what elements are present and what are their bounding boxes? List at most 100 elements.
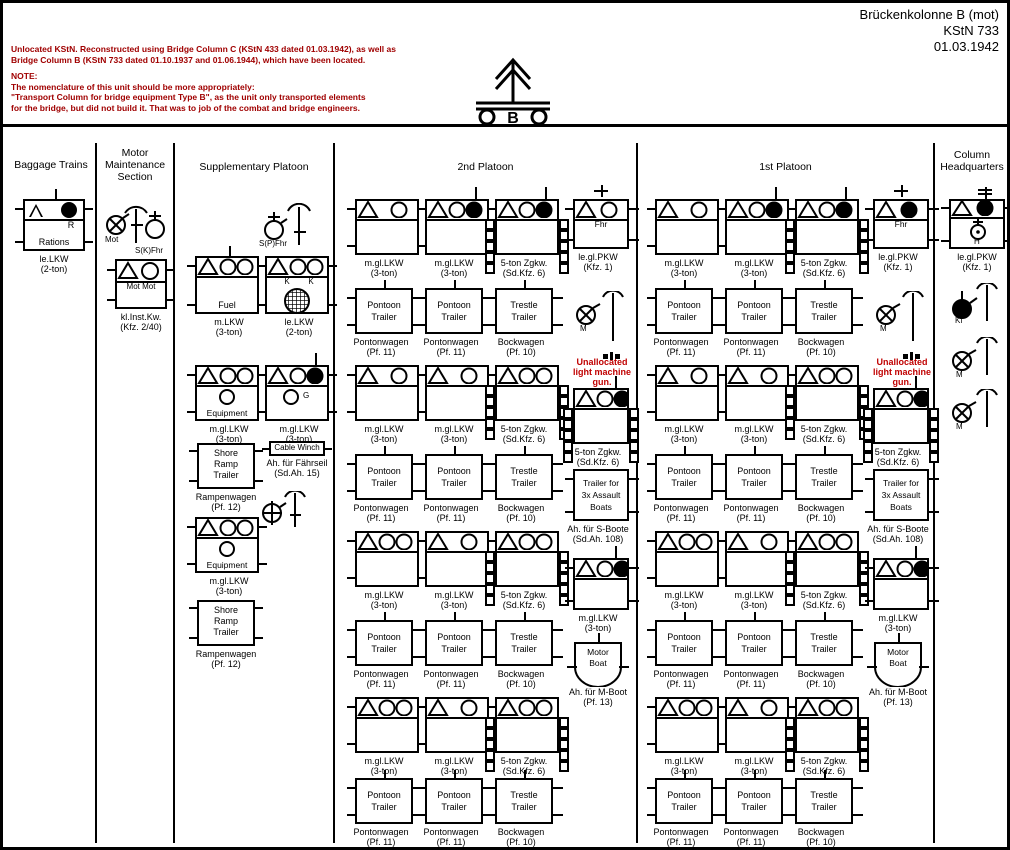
note-heading: NOTE: bbox=[11, 71, 38, 82]
track-link bbox=[863, 408, 873, 419]
note-line-3: The nomenclature of this unit should be … bbox=[11, 81, 255, 92]
trailer-body bbox=[355, 778, 413, 824]
axle-left-rear bbox=[189, 637, 199, 639]
trailer-line-2: Trailer bbox=[441, 802, 467, 812]
vehicle-head-icons bbox=[727, 699, 778, 716]
axle-rear-left bbox=[717, 577, 727, 579]
cross-horizontal bbox=[594, 190, 608, 192]
axle-rear-right bbox=[929, 239, 939, 241]
shore-ramp-l1: Shore bbox=[213, 448, 239, 458]
axle-front-left bbox=[565, 567, 575, 569]
body-divider bbox=[655, 385, 719, 387]
axle-rear-left bbox=[347, 656, 357, 658]
truck-triangle-circles-icon bbox=[267, 367, 324, 384]
trailer-caption-type: Ah. für Fährseil bbox=[266, 458, 328, 468]
motor-head-l2: Maintenance bbox=[104, 159, 166, 171]
hq-head-l2: Headquarters bbox=[940, 161, 1004, 173]
vehicle-caption-sub: (Sd.Kfz. 6) bbox=[576, 457, 620, 467]
track-link bbox=[559, 717, 569, 728]
vehicle-caption-type: m.gl.LKW bbox=[209, 576, 249, 586]
trailer-line-1: Trestle bbox=[810, 300, 838, 310]
vehicle-caption-type: 5-ton Zgkw. bbox=[574, 447, 622, 457]
trailer-caption-pf: (Pf. 12) bbox=[211, 502, 241, 512]
track-link bbox=[563, 430, 573, 441]
axle-right-rear bbox=[253, 637, 263, 639]
column-heading-hq: Column Headquarters bbox=[935, 149, 1007, 173]
axle-rear-left bbox=[417, 245, 427, 247]
trailer-line-2: Trailer bbox=[371, 644, 397, 654]
track-link bbox=[785, 551, 795, 562]
vehicle-head-icons bbox=[875, 390, 927, 407]
axle-rear-left bbox=[417, 656, 427, 658]
vehicle-caption-sub: (3-ton) bbox=[584, 623, 612, 633]
trailer-line-1: Pontoon bbox=[367, 300, 401, 310]
axle-front-left bbox=[787, 787, 797, 789]
vehicle-head-icons bbox=[575, 390, 627, 407]
track-link bbox=[563, 419, 573, 430]
track-link bbox=[863, 419, 873, 430]
track-link bbox=[485, 717, 495, 728]
vehicle-caption-tonnage: (2-ton) bbox=[40, 264, 68, 274]
axle-rear-right bbox=[853, 490, 863, 492]
trailer-line-2: Trailer bbox=[671, 644, 697, 654]
unallocated-line-2: light machine bbox=[572, 367, 631, 377]
mg-personnel-icon bbox=[576, 291, 624, 341]
trailer-line-2: Trailer bbox=[811, 312, 837, 322]
axle-rear-left bbox=[417, 324, 427, 326]
vehicle-head-icons bbox=[657, 367, 708, 384]
vehicle-head-icons bbox=[727, 533, 778, 550]
vehicle-caption-sub: (Kfz. 1) bbox=[883, 262, 913, 272]
cable-winch-label: Cable Winch bbox=[274, 443, 320, 452]
axle-front-right bbox=[929, 208, 939, 210]
vehicle-caption-tonnage: (2-ton) bbox=[285, 327, 313, 337]
vehicle-caption-kfz: (Kfz. 2/40) bbox=[120, 322, 162, 332]
body-divider bbox=[425, 385, 489, 387]
trailer-body bbox=[425, 778, 483, 824]
trailer-body bbox=[725, 620, 783, 666]
trailer-body bbox=[795, 288, 853, 334]
trailer-body bbox=[495, 454, 553, 500]
axle-front-right bbox=[553, 297, 563, 299]
trailer-caption-type: Bockwagen bbox=[797, 669, 845, 679]
axle-front-left bbox=[347, 706, 357, 708]
axle-rear-left bbox=[347, 577, 357, 579]
axle-front-left bbox=[647, 787, 657, 789]
axle-rear-left bbox=[565, 239, 575, 241]
axle-rear-left bbox=[347, 743, 357, 745]
trailer-body bbox=[795, 778, 853, 824]
note-line-4: "Transport Column for bridge equipment T… bbox=[11, 92, 366, 103]
axle-front-left bbox=[865, 208, 875, 210]
trailer-line-1: Pontoon bbox=[737, 466, 771, 476]
truck-triangle-circles-icon bbox=[267, 258, 324, 275]
bridging-column-icon: B bbox=[476, 57, 550, 127]
truck-triangle-inner bbox=[31, 207, 41, 217]
trailer-caption-type: Bockwagen bbox=[797, 337, 845, 347]
body-divider bbox=[795, 551, 859, 553]
shore-ramp-l3: Trailer bbox=[213, 470, 239, 480]
trailer-line-1: Pontoon bbox=[667, 466, 701, 476]
axle-left-front bbox=[257, 374, 267, 376]
axle-rear-left bbox=[717, 245, 727, 247]
track-link bbox=[485, 573, 495, 584]
shore-ramp-l2: Ramp bbox=[213, 459, 238, 469]
track-link bbox=[485, 728, 495, 739]
trailer-line-1: Pontoon bbox=[437, 466, 471, 476]
axle-rear-right bbox=[553, 814, 563, 816]
body-divider bbox=[655, 717, 719, 719]
axle-rear-left bbox=[787, 324, 797, 326]
trailer-line-1: Pontoon bbox=[367, 466, 401, 476]
axle-rear-left bbox=[647, 324, 657, 326]
axle-left-front bbox=[941, 207, 951, 209]
track-link bbox=[785, 717, 795, 728]
axle-rear-left bbox=[347, 490, 357, 492]
axle-front-left bbox=[487, 463, 497, 465]
vehicle-caption-type: 5-ton Zgkw. bbox=[800, 424, 848, 434]
trailer-line-1: Trestle bbox=[510, 790, 538, 800]
unallocated-line-1: Unallocated bbox=[876, 357, 928, 367]
axle-rear-right bbox=[853, 814, 863, 816]
trailer-body bbox=[495, 288, 553, 334]
load-circle-icon bbox=[219, 389, 235, 405]
axle-front-left bbox=[787, 463, 797, 465]
axle-rear-right bbox=[553, 324, 563, 326]
axle-front-left bbox=[347, 629, 357, 631]
